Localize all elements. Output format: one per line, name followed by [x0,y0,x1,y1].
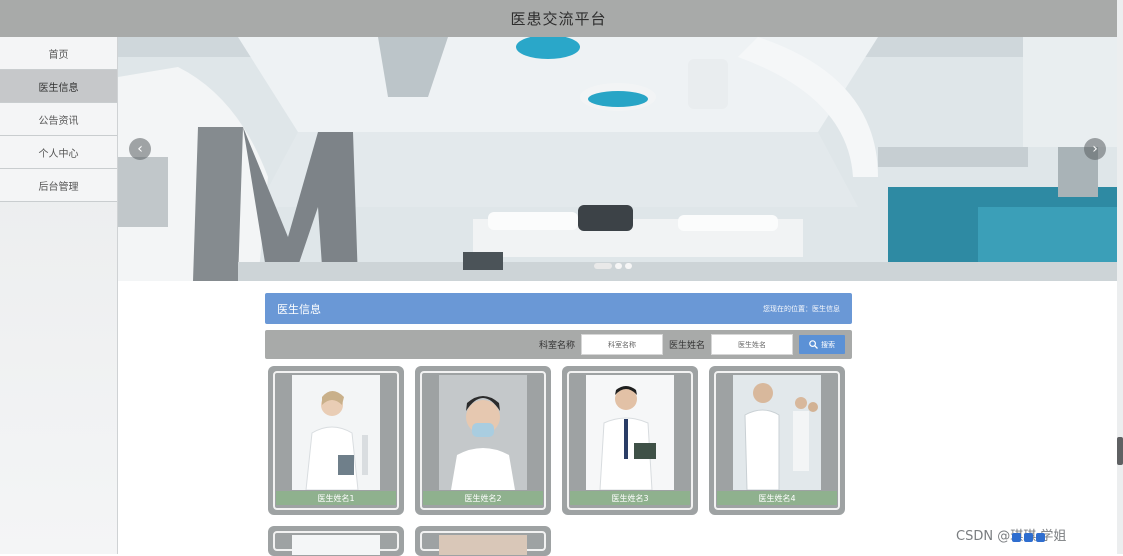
sidebar-item-home[interactable]: 首页 [0,37,117,70]
dept-placeholder: 科室名称 [607,340,636,349]
sidebar-item-profile[interactable]: 个人中心 [0,136,117,169]
doctor-card[interactable] [415,526,551,556]
doctor-name-placeholder: 医生姓名 [738,340,766,349]
doctor-photo [292,375,380,490]
section-title: 医生信息 [277,302,321,316]
doctor-photo [439,535,527,555]
scrollbar-thumb[interactable] [1117,437,1123,465]
carousel-next-button[interactable]: › [1084,138,1106,160]
sidebar-item-label: 后台管理 [38,181,79,193]
carousel-prev-button[interactable]: ‹ [129,138,151,160]
doctor-card[interactable]: 医生姓名2 [415,366,551,515]
search-button-label: 搜索 [821,340,835,349]
sidebar-item-label: 公告资讯 [38,115,79,127]
operating-room-image [118,37,1117,281]
taskbar-icons [1012,533,1045,542]
doctor-name-label: 医生姓名 [668,341,705,351]
doctor-name: 医生姓名2 [423,491,543,505]
dept-input[interactable]: 科室名称 [580,334,663,355]
app-icon[interactable] [1024,533,1033,542]
section-header: 医生信息 您现在的位置：医生信息 [265,293,852,324]
sidebar: 首页 医生信息 公告资讯 个人中心 后台管理 [0,37,118,554]
sidebar-item-admin[interactable]: 后台管理 [0,169,117,202]
search-bar: 科室名称 科室名称 医生姓名 医生姓名 搜索 [265,330,852,359]
app-icon[interactable] [1036,533,1045,542]
doctor-photo [439,375,527,490]
hero-carousel[interactable]: ‹ › [118,37,1117,281]
app-icon[interactable] [1012,533,1021,542]
search-icon [809,340,818,349]
carousel-indicators [594,263,632,269]
page-title: 医患交流平台 [510,10,607,28]
carousel-dot-3[interactable] [625,263,632,269]
top-header: 医患交流平台 [0,0,1117,37]
main-content: 医生信息 您现在的位置：医生信息 科室名称 科室名称 医生姓名 医生姓名 搜索 [265,293,852,359]
sidebar-item-label: 个人中心 [38,148,79,160]
carousel-dot-1[interactable] [594,263,612,269]
doctor-card[interactable]: 医生姓名3 [562,366,698,515]
sidebar-item-label: 医生信息 [38,82,79,94]
doctor-card[interactable]: 医生姓名1 [268,366,404,515]
doctor-card[interactable] [268,526,404,556]
scrollbar-track[interactable] [1117,0,1123,554]
sidebar-item-doctors[interactable]: 医生信息 [0,70,117,103]
doctor-name-input[interactable]: 医生姓名 [711,334,793,355]
doctor-card[interactable]: 医生姓名4 [709,366,845,515]
doctor-name: 医生姓名3 [570,491,690,505]
doctor-photo [586,375,674,490]
doctor-photo [733,375,821,490]
breadcrumb: 您现在的位置：医生信息 [763,304,840,313]
chevron-left-icon: ‹ [137,141,143,157]
search-button[interactable]: 搜索 [799,335,845,354]
sidebar-item-label: 首页 [48,49,69,61]
carousel-dot-2[interactable] [615,263,622,269]
doctor-photo [292,535,380,555]
chevron-right-icon: › [1092,141,1098,157]
dept-label: 科室名称 [538,341,575,351]
sidebar-item-news[interactable]: 公告资讯 [0,103,117,136]
doctor-name: 医生姓名1 [276,491,396,505]
doctor-name: 医生姓名4 [717,491,837,505]
